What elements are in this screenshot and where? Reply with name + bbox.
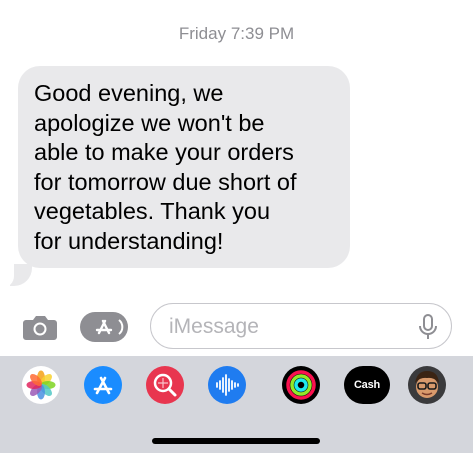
memoji-icon[interactable] [408, 366, 446, 404]
app-drawer: Cash [0, 356, 473, 453]
microphone-icon[interactable] [417, 312, 439, 342]
activity-rings-icon[interactable] [282, 366, 320, 404]
app-store-icon[interactable] [84, 366, 122, 404]
image-search-icon[interactable] [146, 366, 184, 404]
app-store-icon[interactable] [80, 312, 128, 342]
audio-waveform-icon[interactable] [208, 366, 246, 404]
incoming-message-bubble[interactable]: Good evening, we apologize we won't be a… [18, 66, 350, 268]
composer-bar [0, 300, 473, 356]
message-timestamp: Friday 7:39 PM [178, 24, 295, 43]
imessage-input-field[interactable] [150, 303, 452, 349]
photos-icon[interactable] [22, 366, 60, 404]
apple-cash-label: Cash [353, 379, 381, 391]
camera-icon[interactable] [20, 312, 60, 342]
apple-cash-icon[interactable]: Cash [344, 366, 390, 404]
imessage-input[interactable] [167, 312, 411, 342]
home-indicator[interactable] [152, 438, 320, 444]
